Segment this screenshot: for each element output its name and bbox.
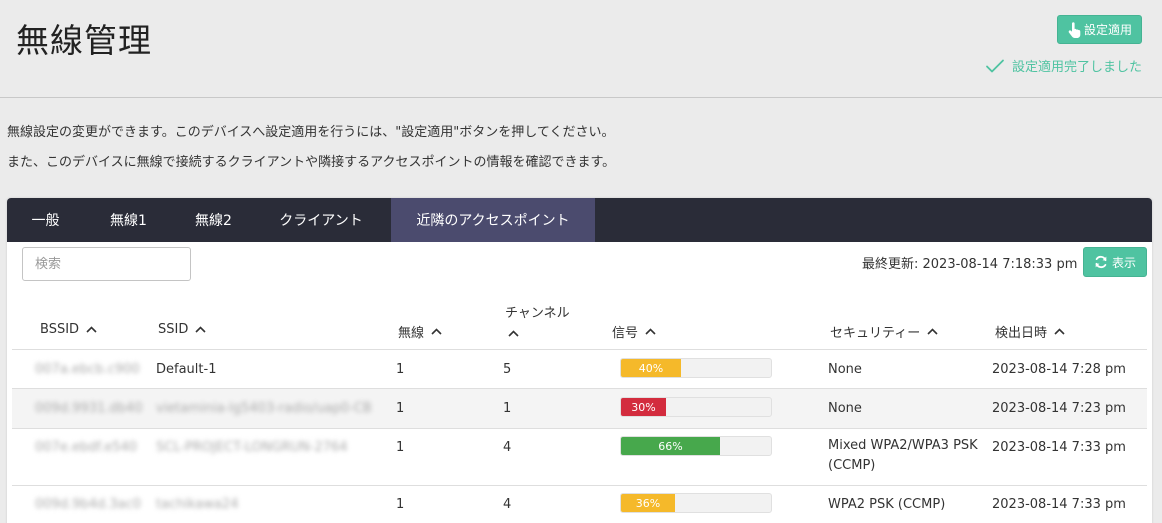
table-row[interactable]: 009d.9931.db40 vietaminia-lg5403-radio/u… <box>12 389 1147 429</box>
column-header-detected-label: 検出日時 <box>995 326 1048 341</box>
ssid-cell: Default-1 <box>156 362 217 377</box>
description-line-2: また、このデバイスに無線で接続するクライアントや隣接するアクセスポイントの情報を… <box>7 155 616 170</box>
sort-chevron-up-icon <box>927 328 938 335</box>
access-points-panel: 一般 無線1 無線2 クライアント 近隣のアクセスポイント 最終更新: 2023… <box>7 198 1152 523</box>
signal-bar: 66% <box>621 437 720 455</box>
column-header-radio[interactable]: 無線 <box>398 322 442 341</box>
sort-chevron-up-icon <box>86 326 97 333</box>
sort-chevron-up-icon <box>508 330 519 337</box>
detected-cell: 2023-08-14 7:23 pm <box>992 401 1126 416</box>
tab-clients[interactable]: クライアント <box>262 198 380 242</box>
search-input[interactable] <box>22 247 191 281</box>
bssid-cell: 009d.9931.db40 <box>35 401 143 416</box>
hand-pointer-icon <box>1068 21 1081 38</box>
column-header-detected[interactable]: 検出日時 <box>995 322 1065 341</box>
radio-cell: 1 <box>396 440 405 455</box>
sort-chevron-up-icon <box>431 328 442 335</box>
column-header-bssid[interactable]: BSSID <box>40 322 97 337</box>
column-header-radio-label: 無線 <box>398 326 425 341</box>
sort-chevron-up-icon <box>645 328 656 335</box>
apply-status-text: 設定適用完了しました <box>1011 60 1142 75</box>
apply-settings-button[interactable]: 設定適用 <box>1057 15 1142 44</box>
security-cell: None <box>828 401 862 416</box>
tab-bar: 一般 無線1 無線2 クライアント 近隣のアクセスポイント <box>7 198 1152 242</box>
refresh-display-button[interactable]: 表示 <box>1083 247 1147 277</box>
apply-status-message: 設定適用完了しました <box>985 56 1142 75</box>
column-header-signal[interactable]: 信号 <box>612 322 656 341</box>
tab-radio-1[interactable]: 無線1 <box>92 198 165 242</box>
tab-general[interactable]: 一般 <box>7 198 84 242</box>
bssid-cell: 009d.9b4d.3ac0 <box>35 497 142 512</box>
column-header-ssid-label: SSID <box>158 322 189 337</box>
sort-chevron-up-icon <box>1054 328 1065 335</box>
checkmark-icon <box>986 59 1004 72</box>
ssid-cell: vietaminia-lg5403-radio/uap0-CB <box>156 401 372 416</box>
security-cell: Mixed WPA2/WPA3 PSK (CCMP) <box>828 438 978 473</box>
radio-cell: 1 <box>396 497 405 512</box>
signal-bar: 30% <box>621 398 666 416</box>
refresh-icon <box>1095 255 1107 269</box>
signal-bar: 36% <box>621 494 675 512</box>
signal-meter: 40% <box>620 358 772 378</box>
detected-cell: 2023-08-14 7:33 pm <box>992 440 1126 455</box>
ssid-cell: tachikawa24 <box>156 497 239 512</box>
bssid-cell: 007e.ebdf.e540 <box>35 440 138 455</box>
channel-cell: 1 <box>503 401 512 416</box>
column-header-security-label: セキュリティー <box>830 326 921 341</box>
apply-settings-label: 設定適用 <box>1083 23 1132 37</box>
security-cell: WPA2 PSK (CCMP) <box>828 497 946 512</box>
security-cell: None <box>828 362 862 377</box>
detected-cell: 2023-08-14 7:33 pm <box>992 497 1126 512</box>
radio-cell: 1 <box>396 401 405 416</box>
page-title: 無線管理 <box>16 21 152 60</box>
sort-chevron-up-icon <box>195 326 206 333</box>
description-line-1: 無線設定の変更ができます。このデバイスへ設定適用を行うには、"設定適用"ボタンを… <box>7 125 615 140</box>
signal-meter: 30% <box>620 397 772 417</box>
detected-cell: 2023-08-14 7:28 pm <box>992 362 1126 377</box>
radio-cell: 1 <box>396 362 405 377</box>
bssid-cell: 007a.ebcb.c900 <box>35 362 140 377</box>
refresh-display-label: 表示 <box>1111 255 1136 270</box>
signal-bar: 40% <box>621 359 681 377</box>
column-header-security[interactable]: セキュリティー <box>830 322 938 341</box>
tab-nearby-access-points[interactable]: 近隣のアクセスポイント <box>391 198 595 242</box>
tab-radio-2[interactable]: 無線2 <box>177 198 250 242</box>
signal-meter: 36% <box>620 493 772 513</box>
column-header-channel-label: チャンネル <box>505 306 570 321</box>
last-updated-text: 最終更新: 2023-08-14 7:18:33 pm <box>862 257 1078 272</box>
channel-cell: 4 <box>503 497 512 512</box>
table-row[interactable]: 007e.ebdf.e540 SCL-PROJECT-LONGRUN-2764 … <box>12 429 1147 486</box>
column-header-ssid[interactable]: SSID <box>158 322 206 337</box>
table-row[interactable]: 007a.ebcb.c900 Default-1 1 5 40% None 20… <box>12 350 1147 389</box>
column-header-channel[interactable]: チャンネル <box>505 302 570 337</box>
signal-meter: 66% <box>620 436 772 456</box>
column-header-bssid-label: BSSID <box>40 322 80 337</box>
ssid-cell: SCL-PROJECT-LONGRUN-2764 <box>156 440 348 455</box>
header-divider <box>0 97 1162 98</box>
table-row[interactable]: 009d.9b4d.3ac0 tachikawa24 1 4 36% WPA2 … <box>12 486 1147 523</box>
channel-cell: 4 <box>503 440 512 455</box>
column-header-signal-label: 信号 <box>612 326 639 341</box>
channel-cell: 5 <box>503 362 512 377</box>
